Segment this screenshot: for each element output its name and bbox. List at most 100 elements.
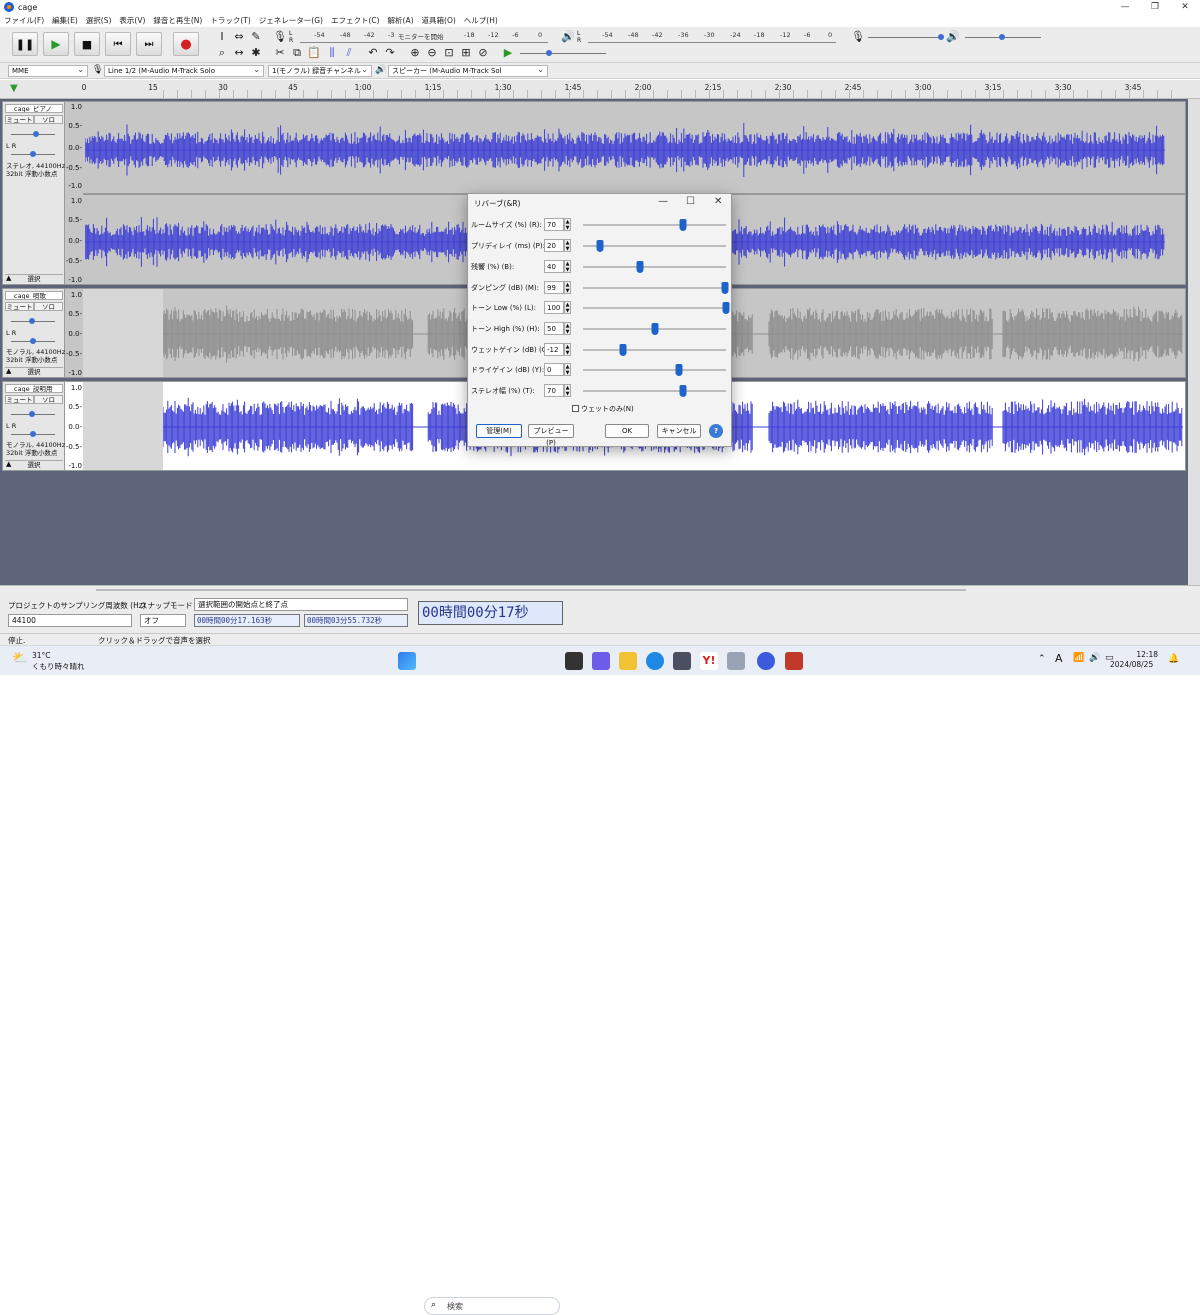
param-value-input[interactable]: 70 — [544, 384, 564, 397]
param-slider-thumb[interactable] — [721, 282, 729, 294]
gain-slider[interactable] — [11, 318, 55, 324]
clock-date[interactable]: 2024/08/25 — [1110, 660, 1153, 669]
redo-icon[interactable]: ↷ — [382, 46, 398, 60]
wifi-icon[interactable]: 📶 — [1073, 653, 1084, 663]
param-slider[interactable] — [583, 240, 726, 252]
menu-tools[interactable]: 道具箱(O) — [422, 15, 456, 26]
paste-icon[interactable]: 📋 — [306, 46, 322, 60]
zoom-tool-icon[interactable]: ⌕ — [214, 46, 230, 60]
audio-host-select[interactable]: MME — [8, 65, 88, 77]
copy-icon[interactable]: ⧉ — [289, 46, 305, 60]
param-value-input[interactable]: 0 — [544, 363, 564, 376]
ime-icon[interactable]: A — [1055, 652, 1063, 665]
mute-button[interactable]: ミュート — [5, 395, 34, 404]
timeline-pin-icon[interactable]: ▼ — [10, 83, 18, 94]
menu-help[interactable]: ヘルプ(H) — [464, 15, 498, 26]
silence-icon[interactable]: ⫽ — [341, 46, 357, 60]
param-spinner[interactable]: ▲ ▼ — [564, 343, 571, 356]
help-button[interactable]: ? — [709, 424, 723, 438]
app-icon[interactable] — [727, 652, 745, 670]
param-spinner[interactable]: ▲ ▼ — [564, 281, 571, 294]
cancel-button[interactable]: キャンセル — [657, 424, 701, 438]
clock-time[interactable]: 12:18 — [1128, 650, 1158, 659]
pan-slider[interactable] — [11, 151, 55, 157]
track-name-menu[interactable]: cage_ピアノ — [5, 104, 63, 113]
dialog-maximize-icon[interactable]: ☐ — [686, 196, 695, 207]
selection-tool-icon[interactable]: I — [214, 30, 230, 44]
menu-analyze[interactable]: 解析(A) — [388, 15, 414, 26]
edge-icon[interactable] — [646, 652, 664, 670]
notification-icon[interactable]: 🔔 — [1168, 654, 1179, 664]
record-meter[interactable]: -54 -48 -42 -3 モニターを開始 -18 -12 -6 0 — [300, 31, 548, 43]
menu-select[interactable]: 選択(S) — [86, 15, 112, 26]
collapse-icon[interactable]: ▲ — [6, 367, 11, 375]
param-value-input[interactable]: 50 — [544, 322, 564, 335]
param-value-input[interactable]: -12 — [544, 343, 564, 356]
play-at-speed-icon[interactable]: ▶ — [500, 46, 516, 60]
playback-volume-slider[interactable] — [965, 34, 1041, 40]
audio-position-display[interactable]: 00時間00分17秒 — [418, 601, 563, 625]
multi-tool-icon[interactable]: ✱ — [248, 46, 264, 60]
stop-button[interactable]: ■ — [74, 32, 100, 56]
horizontal-scrollbar[interactable] — [96, 589, 966, 591]
track-name-menu[interactable]: cage_説明用 — [5, 384, 63, 393]
microphone-icon[interactable]: 🎙 — [272, 30, 288, 44]
store-icon[interactable] — [673, 652, 691, 670]
skip-end-button[interactable]: ⏭ — [136, 32, 162, 56]
param-spinner[interactable]: ▲ ▼ — [564, 322, 571, 335]
envelope-tool-icon[interactable]: ⇔ — [231, 30, 247, 44]
record-volume-slider[interactable] — [868, 34, 944, 40]
dialog-minimize-icon[interactable]: — — [658, 196, 668, 207]
vertical-scrollbar[interactable] — [1188, 99, 1200, 585]
gain-slider[interactable] — [11, 411, 55, 417]
param-slider[interactable] — [583, 323, 726, 335]
timeline-ruler[interactable]: ▼ 0 15 30 45 1:00 1:15 1:30 1:45 2:00 2:… — [0, 80, 1200, 99]
param-value-input[interactable]: 20 — [544, 239, 564, 252]
solo-button[interactable]: ソロ — [34, 395, 63, 404]
param-slider-thumb[interactable] — [722, 302, 730, 314]
menu-view[interactable]: 表示(V) — [119, 15, 145, 26]
output-device-select[interactable]: スピーカー (M-Audio M-Track Sol — [388, 65, 548, 77]
weather-icon[interactable]: ⛅ — [12, 651, 28, 666]
selection-mode-select[interactable]: 選択範囲の開始点と終了点 — [194, 598, 408, 611]
param-slider[interactable] — [583, 282, 729, 294]
checkbox-box[interactable] — [572, 405, 579, 412]
play-speed-slider[interactable] — [520, 50, 606, 56]
zoom-toggle-icon[interactable]: ⊘ — [475, 46, 491, 60]
pause-button[interactable]: ❚❚ — [12, 32, 38, 56]
pan-slider[interactable] — [11, 431, 55, 437]
menu-tracks[interactable]: トラック(T) — [210, 15, 250, 26]
monitor-start-label[interactable]: モニターを開始 — [398, 31, 444, 41]
param-spinner[interactable]: ▲ ▼ — [564, 384, 571, 397]
maximize-button[interactable]: ❐ — [1140, 0, 1170, 14]
track-name-menu[interactable]: cage_唄歌 — [5, 291, 63, 300]
menu-edit[interactable]: 編集(E) — [52, 15, 78, 26]
yahoo-icon[interactable]: Y! — [700, 652, 718, 670]
minimize-button[interactable]: — — [1110, 0, 1140, 14]
fit-project-icon[interactable]: ⊞ — [458, 46, 474, 60]
param-value-input[interactable]: 40 — [544, 260, 564, 273]
dialog-close-icon[interactable]: ✕ — [714, 196, 722, 207]
task-view-icon[interactable] — [565, 652, 583, 670]
mute-button[interactable]: ミュート — [5, 302, 34, 311]
track-select-button[interactable]: 選択 — [5, 460, 63, 469]
menu-effect[interactable]: エフェクト(C) — [331, 15, 380, 26]
param-slider-thumb[interactable] — [679, 385, 687, 397]
draw-tool-icon[interactable]: ✎ — [248, 30, 264, 44]
param-spinner[interactable]: ▲ ▼ — [564, 239, 571, 252]
param-slider-thumb[interactable] — [675, 364, 683, 376]
zoom-in-icon[interactable]: ⊕ — [407, 46, 423, 60]
audacity-taskbar-icon[interactable] — [757, 652, 775, 670]
param-slider[interactable] — [583, 261, 726, 273]
mute-button[interactable]: ミュート — [5, 115, 34, 124]
manage-button[interactable]: 管理(M) — [476, 424, 522, 438]
selection-end-time[interactable]: 00時間03分55.732秒 — [304, 614, 408, 627]
param-slider[interactable] — [583, 344, 726, 356]
param-spinner[interactable]: ▲ ▼ — [564, 301, 571, 314]
skip-start-button[interactable]: ⏮ — [105, 32, 131, 56]
param-value-input[interactable]: 100 — [544, 301, 564, 314]
start-icon[interactable] — [398, 652, 416, 670]
volume-icon[interactable]: 🔊 — [1089, 653, 1100, 663]
param-slider-thumb[interactable] — [596, 240, 604, 252]
param-spinner[interactable]: ▲ ▼ — [564, 363, 571, 376]
